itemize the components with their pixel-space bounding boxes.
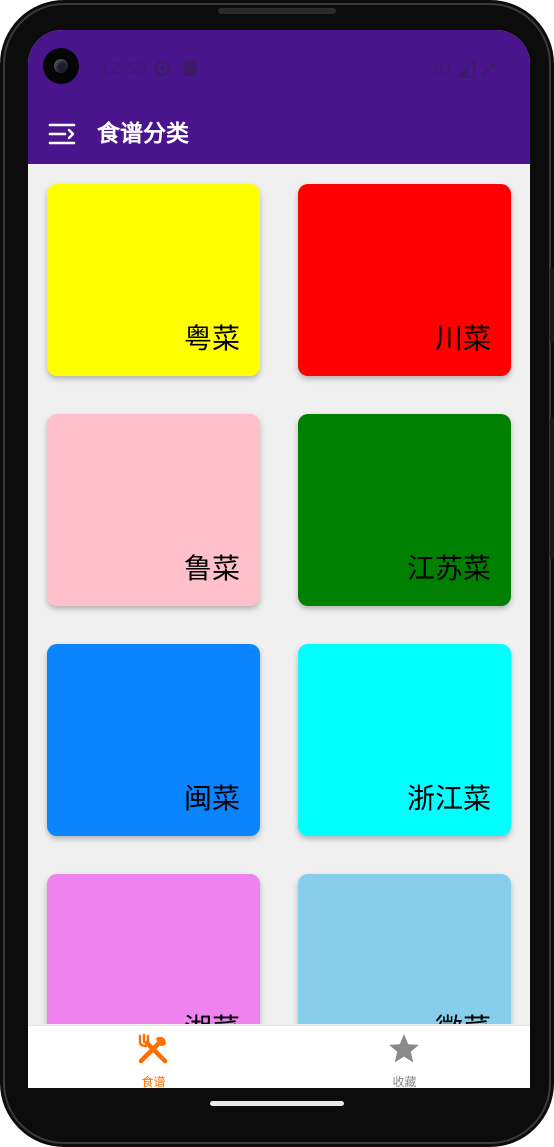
nav-label-recipes: 食谱	[141, 1075, 166, 1088]
category-card[interactable]: 徽菜	[298, 874, 511, 1024]
category-card[interactable]: 湘菜	[47, 874, 260, 1024]
category-label: 徽菜	[435, 1012, 491, 1024]
category-label: 湘菜	[184, 1012, 240, 1024]
star-icon	[387, 1032, 421, 1066]
signal-icon	[456, 59, 475, 81]
category-label: 闽菜	[183, 782, 240, 815]
category-card[interactable]: 鲁菜	[47, 414, 260, 606]
category-card[interactable]: 江苏菜	[298, 414, 511, 606]
app-toolbar: 食谱分类	[28, 106, 530, 164]
front-camera	[43, 48, 79, 84]
status-bar: 12:53 3G	[28, 30, 530, 106]
category-label: 川菜	[434, 322, 491, 355]
category-label: 浙江菜	[406, 782, 491, 815]
category-card[interactable]: 闽菜	[47, 644, 260, 836]
category-grid: 粤菜 川菜 鲁菜 江苏菜 闽菜 浙江菜 湘菜 徽菜	[28, 164, 530, 1024]
category-card[interactable]: 川菜	[298, 184, 511, 376]
app-screen: 12:53 3G 食谱分类 粤菜 川菜 鲁菜 江苏菜 闽菜 浙江菜 食谱 收藏	[28, 30, 530, 1088]
bottom-navigation: 食谱 收藏	[28, 1025, 530, 1088]
sim-card-icon	[184, 60, 197, 79]
category-card[interactable]: 浙江菜	[298, 644, 511, 836]
phone-frame: 12:53 3G 食谱分类 粤菜 川菜 鲁菜 江苏菜 闽菜 浙江菜 食谱 收藏	[0, 0, 554, 1147]
menu-icon[interactable]	[48, 119, 78, 149]
category-label: 江苏菜	[406, 552, 491, 585]
home-indicator[interactable]	[210, 1101, 344, 1106]
network-type: 3G	[430, 60, 452, 78]
utensils-icon	[136, 1032, 170, 1066]
power-button	[550, 268, 554, 342]
nav-item-favorites[interactable]: 收藏	[279, 1026, 530, 1088]
page-title: 食谱分类	[97, 121, 189, 147]
earpiece	[218, 8, 336, 14]
status-time: 12:53	[100, 59, 149, 78]
category-label: 鲁菜	[183, 552, 240, 585]
category-card[interactable]: 粤菜	[47, 184, 260, 376]
settings-status-icon	[154, 60, 171, 80]
nav-item-recipes[interactable]: 食谱	[28, 1026, 279, 1088]
battery-icon	[480, 60, 496, 81]
nav-label-favorites: 收藏	[392, 1075, 417, 1088]
volume-button	[550, 418, 554, 558]
category-label: 粤菜	[183, 322, 240, 355]
